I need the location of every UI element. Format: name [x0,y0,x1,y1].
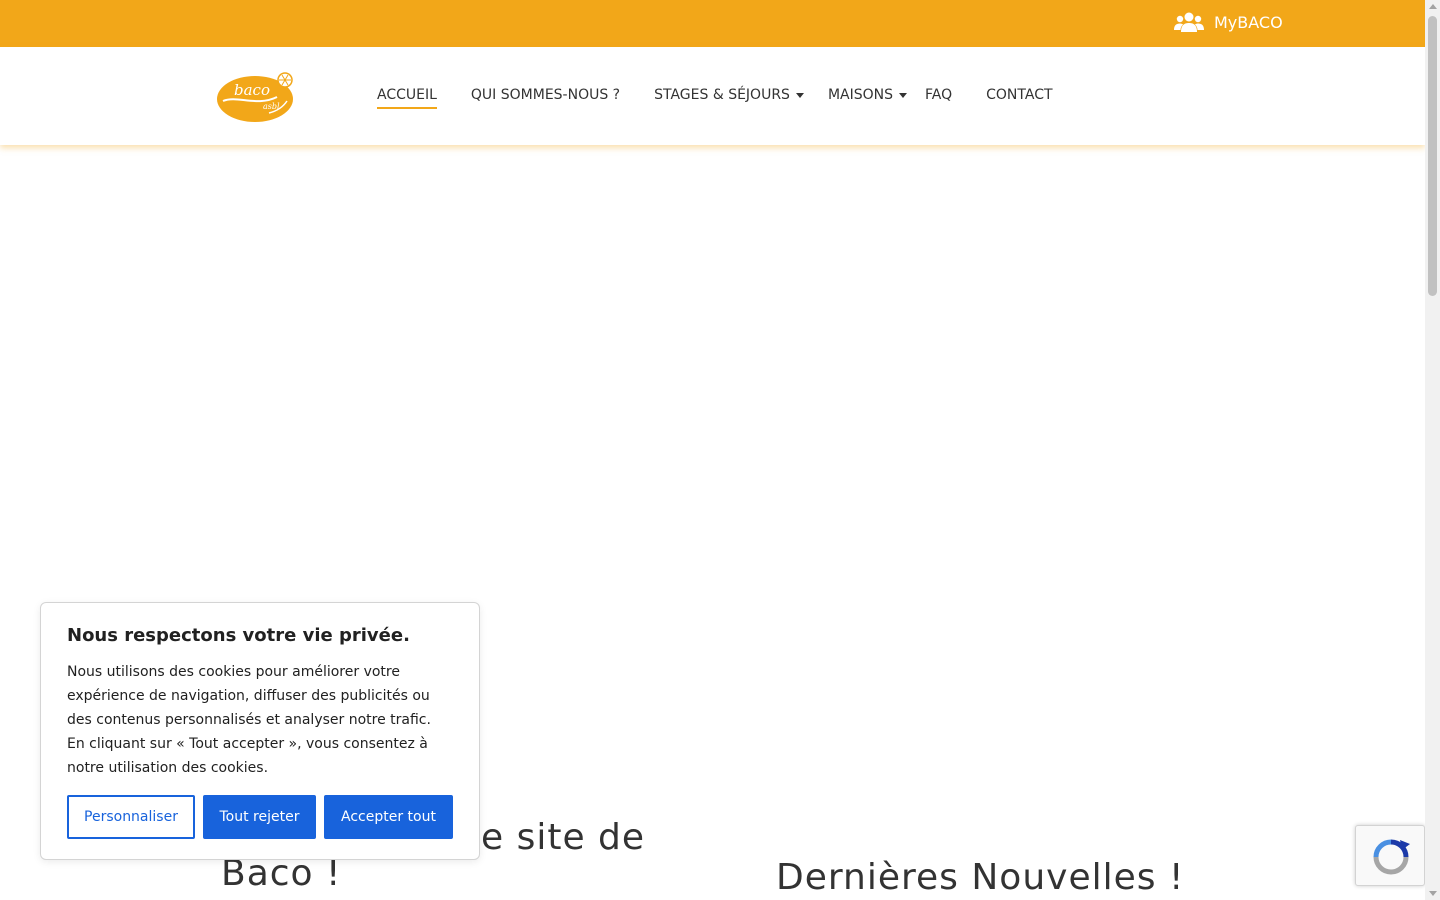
page-scrollbar[interactable] [1425,0,1440,900]
users-icon [1174,12,1204,32]
nav-stages-sejours[interactable]: STAGES & SÉJOURS [654,87,804,103]
chevron-down-icon [899,92,907,98]
mybaco-link[interactable]: MyBACO [1174,11,1283,33]
news-heading: Dernières Nouvelles ! [776,857,1185,898]
nav-qui-sommes-nous-label: QUI SOMMES-NOUS ? [470,87,621,103]
chevron-down-icon [795,92,804,98]
mybaco-label: MyBACO [1214,12,1283,32]
nav-accueil[interactable]: ACCUEIL [377,87,437,109]
top-bar: MyBACO [0,0,1425,47]
welcome-heading-line2: Baco ! [221,853,342,894]
accept-all-button[interactable]: Accepter tout [324,795,453,839]
cookie-title: Nous respectons votre vie privée. [67,625,410,646]
recaptcha-badge[interactable] [1355,825,1425,886]
scrollbar-thumb[interactable] [1428,16,1437,296]
nav-maisons-label: MAISONS [827,87,893,103]
scroll-up-icon[interactable] [1429,4,1437,9]
nav-contact-label: CONTACT [986,87,1053,103]
scroll-down-icon[interactable] [1429,891,1437,896]
nav-faq-label: FAQ [925,87,953,103]
nav-accueil-label: ACCUEIL [377,87,437,103]
reject-all-button[interactable]: Tout rejeter [203,795,316,839]
cookie-consent-banner: Nous respectons votre vie privée. Nous u… [40,602,480,860]
recaptcha-icon [1373,839,1410,875]
nav-stages-sejours-label: STAGES & SÉJOURS [654,87,790,103]
cookie-text: Nous utilisons des cookies pour améliore… [67,664,431,776]
nav-contact[interactable]: CONTACT [986,87,1052,103]
baco-logo[interactable]: baco asbl [217,67,297,123]
cookie-buttons: Personnaliser Tout rejeter Accepter tout [67,795,453,839]
logo-text: baco [234,81,270,99]
nav-qui-sommes-nous[interactable]: QUI SOMMES-NOUS ? [471,87,620,103]
logo-sub: asbl [263,102,280,111]
nav-faq[interactable]: FAQ [925,87,952,103]
nav-maisons[interactable]: MAISONS [828,87,907,103]
main-nav: ACCUEIL QUI SOMMES-NOUS ? STAGES & SÉJOU… [377,87,1087,109]
main-header: baco asbl ACCUEIL QUI SOMMES-NOUS ? STAG… [0,47,1425,145]
customize-button[interactable]: Personnaliser [67,795,195,839]
